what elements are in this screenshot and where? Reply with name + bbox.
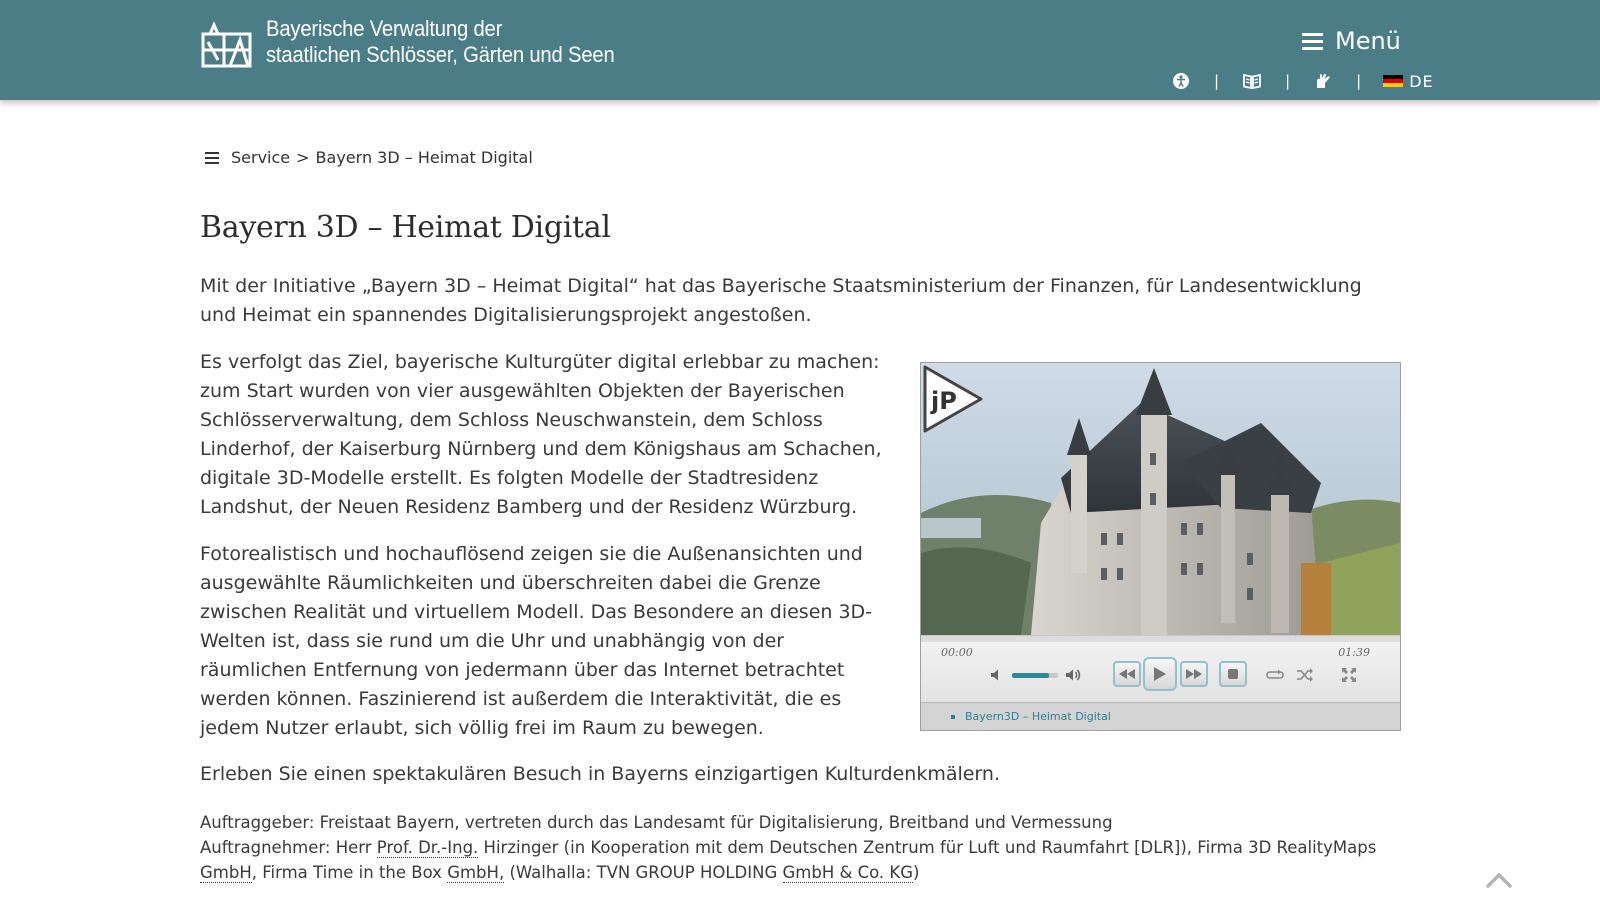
volume-slider[interactable] xyxy=(1012,673,1058,678)
bsv-logo-icon[interactable] xyxy=(200,20,254,72)
player-controls: 00:00 01:39 xyxy=(921,635,1400,702)
volume-level xyxy=(1012,673,1049,678)
contractor-prefix: Herr xyxy=(335,838,372,857)
video-player: jP 00:00 01:39 Bayern3D – Heimat Digital xyxy=(920,362,1401,731)
header-tools: | | | DE xyxy=(1170,70,1434,92)
site-header: Bayerische Verwaltung der staatlichen Sc… xyxy=(0,0,1600,100)
castle-poster-image xyxy=(921,363,1400,635)
credits-client: Auftraggeber: Freistaat Bayern, vertrete… xyxy=(200,810,1420,835)
page-title: Bayern 3D – Heimat Digital xyxy=(200,210,611,245)
playlist: Bayern3D – Heimat Digital xyxy=(921,702,1400,730)
menu-label: Menü xyxy=(1335,27,1401,55)
fullscreen-icon[interactable] xyxy=(1339,661,1359,689)
repeat-icon[interactable] xyxy=(1265,661,1285,689)
body-paragraph-1: Es verfolgt das Ziel, bayerische Kulturg… xyxy=(200,351,882,518)
play-overlay-icon[interactable]: jP xyxy=(921,363,985,435)
abbr-gmbh-co-kg[interactable]: GmbH & Co. KG xyxy=(782,863,914,883)
duration: 01:39 xyxy=(1338,646,1370,659)
playlist-item[interactable]: Bayern3D – Heimat Digital xyxy=(951,710,1111,723)
tools-separator: | xyxy=(1356,72,1362,90)
breadcrumb-current: Bayern 3D – Heimat Digital xyxy=(315,148,533,167)
abbr-title[interactable]: Prof. Dr.-Ing. xyxy=(376,838,479,858)
client-value: Freistaat Bayern, vertreten durch das La… xyxy=(319,813,1113,832)
brand-name[interactable]: Bayerische Verwaltung der staatlichen Sc… xyxy=(266,16,615,68)
breadcrumb-separator: > xyxy=(296,148,310,167)
abbr-gmbh[interactable]: GmbH xyxy=(200,863,252,883)
body-paragraph-3: Erleben Sie einen spektakulären Besuch i… xyxy=(200,763,1000,785)
credits: Auftraggeber: Freistaat Bayern, vertrete… xyxy=(200,810,1420,885)
breadcrumb-menu-icon[interactable] xyxy=(205,151,219,164)
volume-max-icon[interactable] xyxy=(1063,661,1085,689)
svg-text:jP: jP xyxy=(930,387,957,415)
chevron-up-icon[interactable] xyxy=(1484,870,1514,890)
breadcrumb: Service > Bayern 3D – Heimat Digital xyxy=(205,148,533,167)
menu-button[interactable]: Menü xyxy=(1302,26,1401,56)
accessibility-icon[interactable] xyxy=(1170,70,1192,92)
stop-button[interactable] xyxy=(1219,661,1247,687)
body-paragraph-2: Fotorealistisch und hochauflösend zeigen… xyxy=(200,543,873,739)
book-icon[interactable] xyxy=(1241,70,1263,92)
contractor-label: Auftragnehmer: xyxy=(200,838,331,857)
brand-line-1: Bayerische Verwaltung der xyxy=(266,16,503,41)
contractor-text: Hirzinger (in Kooperation mit dem Deutsc… xyxy=(483,838,1377,857)
language-code: DE xyxy=(1409,71,1434,91)
abbr-gmbh[interactable]: GmbH, xyxy=(447,863,505,883)
sign-language-icon[interactable] xyxy=(1312,70,1334,92)
current-time: 00:00 xyxy=(941,646,973,659)
brand-line-2: staatlichen Schlösser, Gärten und Seen xyxy=(266,42,615,67)
tools-separator: | xyxy=(1214,72,1220,90)
credits-closing: ) xyxy=(913,863,920,882)
play-button[interactable] xyxy=(1143,657,1177,691)
hamburger-icon xyxy=(1302,32,1323,50)
rewind-button[interactable] xyxy=(1113,661,1141,687)
german-flag-icon xyxy=(1383,74,1404,88)
contractor-firm2: , Firma Time in the Box xyxy=(251,863,442,882)
shuffle-icon[interactable] xyxy=(1295,661,1315,689)
client-label: Auftraggeber: xyxy=(200,813,315,832)
intro-paragraph: Mit der Initiative „Bayern 3D – Heimat D… xyxy=(200,275,1362,326)
language-switch[interactable]: DE xyxy=(1383,72,1433,91)
breadcrumb-link-service[interactable]: Service xyxy=(231,148,290,167)
credits-contractor: Auftragnehmer: Herr Prof. Dr.-Ing. Hirzi… xyxy=(200,835,1420,885)
contractor-walhalla: (Walhalla: TVN GROUP HOLDING xyxy=(504,863,778,882)
fast-forward-button[interactable] xyxy=(1180,661,1208,687)
tools-separator: | xyxy=(1285,72,1291,90)
video-frame[interactable]: jP xyxy=(921,363,1400,635)
mute-icon[interactable] xyxy=(988,661,1006,689)
progress-bar[interactable] xyxy=(921,636,1400,642)
